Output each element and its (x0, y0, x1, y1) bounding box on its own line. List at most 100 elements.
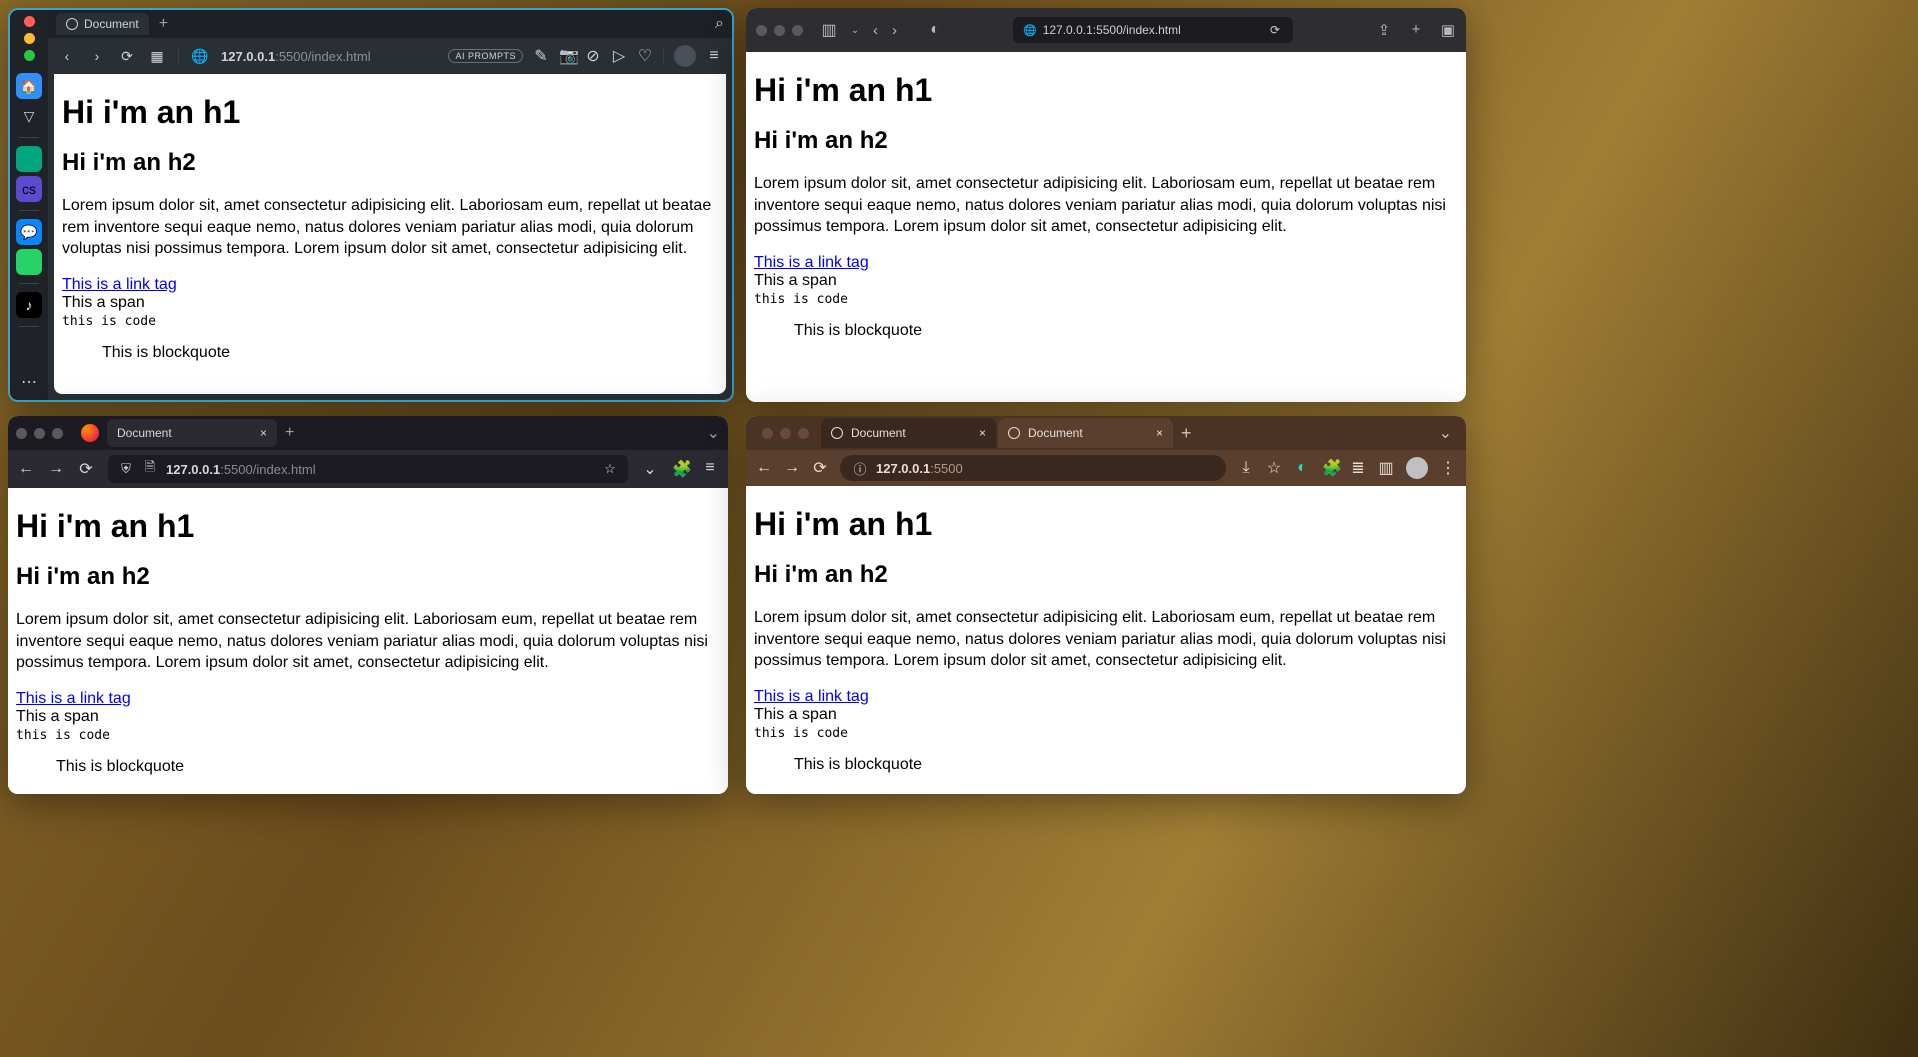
close-tab-icon[interactable]: × (979, 426, 986, 440)
forward-button[interactable]: → (48, 460, 64, 478)
address-bar[interactable]: 127.0.0.1:5500/index.html (221, 49, 436, 64)
chatgpt-app-icon[interactable] (16, 146, 42, 172)
screenshot-icon[interactable]: 📷 (559, 46, 575, 66)
tab-title: Document (84, 17, 139, 31)
page-link[interactable]: This is a link tag (754, 254, 869, 271)
pocket-icon[interactable]: ⌄ (642, 459, 658, 479)
side-panel-icon[interactable]: ▥ (1378, 458, 1394, 478)
app-icon[interactable]: cs (16, 176, 42, 202)
reading-list-icon[interactable]: ≣ (1350, 458, 1366, 478)
tabs-dropdown-icon[interactable]: ⌄ (1439, 423, 1452, 443)
close-tab-icon[interactable]: × (1156, 426, 1163, 440)
page-h1: Hi i'm an h1 (754, 506, 1458, 543)
browser-tab[interactable]: Document × (107, 419, 277, 447)
minimize-window-icon[interactable] (780, 428, 791, 439)
address-bar[interactable]: ⛨ 🗎 127.0.0.1:5500/index.html ☆ (108, 455, 628, 483)
reader-icon[interactable]: ◐ (927, 21, 943, 39)
close-window-icon[interactable] (24, 16, 35, 27)
reload-button[interactable]: ⟳ (118, 48, 136, 65)
new-tab-button[interactable]: + (1408, 21, 1424, 39)
chrome-tabstrip: Document × Document × + ⌄ (746, 416, 1466, 450)
extension-icon[interactable]: ◐ (1294, 459, 1310, 477)
ai-prompts-button[interactable]: AI PROMPTS (448, 49, 523, 63)
reload-button[interactable]: ⟳ (812, 458, 828, 478)
page-code: this is code (16, 728, 110, 743)
new-tab-button[interactable]: + (159, 15, 168, 33)
back-button[interactable]: ← (18, 460, 34, 478)
reload-button[interactable]: ⟳ (78, 459, 94, 479)
back-button[interactable]: ‹ (873, 22, 878, 39)
maximize-window-icon[interactable] (792, 25, 803, 36)
extensions-icon[interactable]: 🧩 (672, 459, 688, 479)
forward-button[interactable]: › (88, 48, 106, 64)
share-icon[interactable]: ⇪ (1376, 21, 1392, 39)
address-bar[interactable]: 🌐 127.0.0.1:5500/index.html ⟳ (1013, 17, 1293, 43)
install-icon[interactable]: ⤓ (1238, 459, 1254, 477)
new-tab-button[interactable]: + (1181, 423, 1192, 444)
edit-icon[interactable]: ✎ (533, 46, 549, 66)
url-text: 127.0.0.1:5500/index.html (1043, 23, 1181, 37)
browser-tab[interactable]: Document × (821, 418, 996, 448)
back-button[interactable]: ← (756, 459, 772, 477)
browser-tab-active[interactable]: Document × (998, 418, 1173, 448)
extensions-icon[interactable]: 🧩 (1322, 458, 1338, 478)
minimize-window-icon[interactable] (34, 428, 45, 439)
page-viewport: Hi i'm an h1 Hi i'm an h2 Lorem ipsum do… (746, 52, 1466, 402)
forward-button[interactable]: → (784, 459, 800, 477)
reload-button[interactable]: ⟳ (1267, 23, 1283, 37)
tabs-overview-icon[interactable]: ▣ (1440, 21, 1456, 39)
tabs-dropdown-icon[interactable]: ⌄ (707, 423, 720, 443)
firefox-tabstrip: Document × + ⌄ (8, 416, 728, 450)
firefox-toolbar-right: ⌄ 🧩 ≡ (642, 459, 718, 479)
url-host: 127.0.0.1 (221, 49, 275, 64)
window-traffic-lights (24, 16, 35, 61)
menu-icon[interactable]: ≡ (706, 47, 722, 65)
search-icon[interactable]: ⌕ (715, 15, 724, 33)
page-link[interactable]: This is a link tag (16, 690, 131, 707)
divider (19, 210, 39, 211)
bookmark-icon[interactable]: ☆ (1266, 458, 1282, 478)
sidebar-toggle-icon[interactable]: ▥ (821, 20, 837, 40)
bookmark-icon[interactable]: ☆ (602, 461, 618, 477)
minimize-window-icon[interactable] (24, 33, 35, 44)
divider (19, 283, 39, 284)
page-h1: Hi i'm an h1 (16, 508, 720, 545)
close-window-icon[interactable] (756, 25, 767, 36)
maximize-window-icon[interactable] (52, 428, 63, 439)
menu-icon[interactable]: ⋮ (1440, 458, 1456, 478)
page-link[interactable]: This is a link tag (754, 688, 869, 705)
more-icon[interactable]: ⋯ (21, 372, 37, 392)
split-view-icon[interactable]: ▦ (148, 48, 166, 65)
back-button[interactable]: ‹ (58, 48, 76, 64)
tab-title: Document (851, 426, 906, 440)
tiktok-app-icon[interactable]: ♪ (16, 292, 42, 318)
favorite-icon[interactable]: ♡ (637, 46, 653, 66)
new-tab-button[interactable]: + (285, 424, 294, 442)
arc-main-area: Document + ⌕ ‹ › ⟳ ▦ 🌐 127.0.0.1:5500/in… (48, 10, 732, 400)
page-span: This a span (62, 294, 145, 311)
block-icon[interactable]: ⊘ (585, 46, 601, 66)
home-space-icon[interactable]: 🏠 (16, 73, 42, 99)
messenger-app-icon[interactable]: 💬 (16, 219, 42, 245)
browser-tab[interactable]: Document (56, 13, 149, 35)
menu-icon[interactable]: ≡ (702, 459, 718, 479)
whatsapp-app-icon[interactable] (16, 249, 42, 275)
profile-avatar[interactable] (1406, 457, 1428, 479)
maximize-window-icon[interactable] (24, 50, 35, 61)
play-icon[interactable]: ▷ (611, 46, 627, 66)
minimize-window-icon[interactable] (774, 25, 785, 36)
close-tab-icon[interactable]: × (260, 426, 267, 440)
address-bar[interactable]: ⓘ 127.0.0.1:5500 (840, 455, 1226, 481)
forward-button[interactable]: › (892, 22, 897, 39)
profile-avatar[interactable] (674, 45, 696, 67)
maximize-window-icon[interactable] (798, 428, 809, 439)
pinned-icon[interactable]: ▽ (16, 103, 42, 129)
page-link[interactable]: This is a link tag (62, 276, 177, 293)
url-host: 127.0.0.1 (876, 461, 930, 476)
page-viewport: Hi i'm an h1 Hi i'm an h2 Lorem ipsum do… (746, 486, 1466, 794)
close-window-icon[interactable] (762, 428, 773, 439)
close-window-icon[interactable] (16, 428, 27, 439)
chrome-toolbar-right: ⤓ ☆ ◐ 🧩 ≣ ▥ ⋮ (1238, 457, 1456, 479)
chevron-down-icon[interactable]: ⌄ (847, 25, 863, 36)
site-info-icon[interactable]: 🌐 (191, 48, 209, 65)
